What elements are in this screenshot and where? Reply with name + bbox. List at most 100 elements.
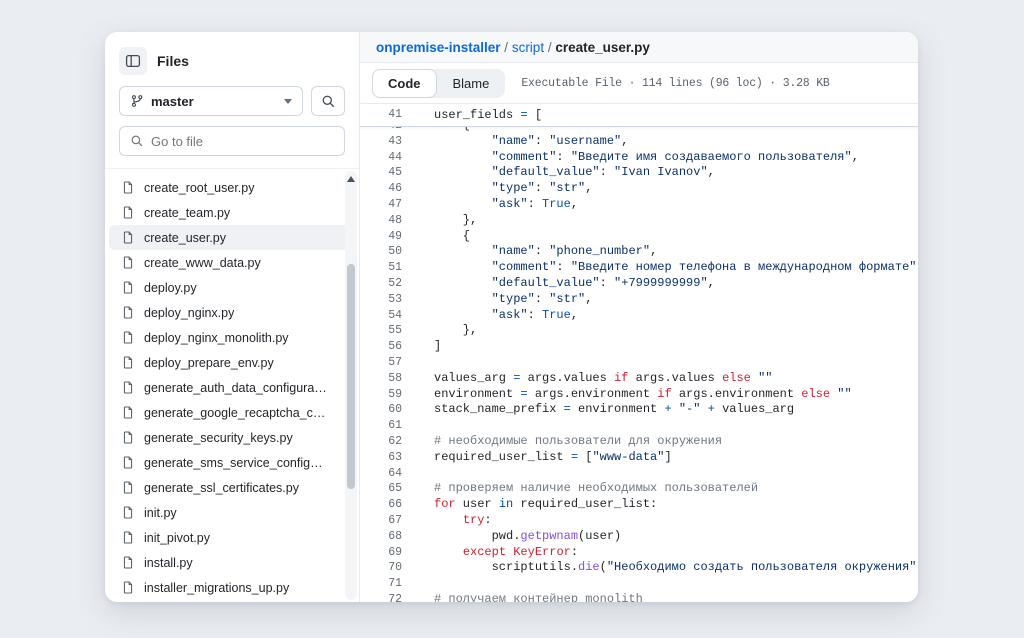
file-item[interactable]: installer_migrations_up.py [109, 575, 353, 600]
file-item[interactable]: generate_security_keys.py [109, 425, 353, 450]
line-number[interactable]: 65 [360, 481, 408, 497]
line-number[interactable]: 67 [360, 513, 408, 529]
file-item[interactable]: init_pivot.py [109, 525, 353, 550]
file-name: deploy_nginx_monolith.py [144, 331, 289, 345]
sidebar-collapse-button[interactable] [119, 47, 147, 75]
code-line: 64 [360, 466, 918, 482]
search-button[interactable] [311, 86, 345, 116]
search-icon [321, 94, 336, 109]
file-toolbar: CodeBlame Executable File · 114 lines (9… [360, 63, 918, 104]
line-number[interactable]: 72 [360, 592, 408, 602]
file-icon [121, 430, 135, 445]
file-name: create_www_data.py [144, 256, 261, 270]
line-number[interactable]: 43 [360, 134, 408, 150]
file-icon [121, 305, 135, 320]
line-number[interactable]: 71 [360, 576, 408, 592]
file-item[interactable]: generate_google_recaptcha_co… [109, 400, 353, 425]
line-number[interactable]: 57 [360, 355, 408, 371]
line-number[interactable]: 51 [360, 260, 408, 276]
line-number[interactable]: 60 [360, 402, 408, 418]
file-item[interactable]: init.py [109, 500, 353, 525]
line-number[interactable]: 54 [360, 308, 408, 324]
file-name: generate_sms_service_configura… [144, 456, 327, 470]
tab-blame[interactable]: Blame [437, 69, 506, 98]
search-icon [130, 134, 144, 148]
line-number[interactable]: 46 [360, 181, 408, 197]
file-item[interactable]: generate_ssl_certificates.py [109, 475, 353, 500]
file-item[interactable]: deploy_prepare_env.py [109, 350, 353, 375]
line-number[interactable]: 45 [360, 165, 408, 181]
code-text: "comment": "Введите номер телефона в меж… [408, 260, 918, 276]
file-icon [121, 255, 135, 270]
line-number[interactable]: 47 [360, 197, 408, 213]
file-item[interactable]: create_user.py [109, 225, 353, 250]
branch-name: master [151, 94, 194, 109]
file-name: deploy_nginx.py [144, 306, 234, 320]
sidebar-scrollbar[interactable] [345, 171, 357, 600]
file-item[interactable]: generate_sms_service_configura… [109, 450, 353, 475]
line-number[interactable]: 48 [360, 213, 408, 229]
line-number[interactable]: 58 [360, 371, 408, 387]
code-line: 45 "default_value": "Ivan Ivanov", [360, 165, 918, 181]
scrollbar-thumb[interactable] [347, 264, 355, 489]
line-number[interactable]: 41 [360, 104, 408, 126]
sidebar-controls: master Go to file [105, 86, 359, 156]
file-item[interactable]: deploy_nginx.py [109, 300, 353, 325]
scrollbar-up-arrow[interactable] [347, 176, 355, 182]
code-text: "type": "str", [408, 181, 592, 197]
code-text: "default_value": "+7999999999", [408, 276, 715, 292]
code-text: "type": "str", [408, 292, 592, 308]
file-icon [121, 555, 135, 570]
line-number[interactable]: 66 [360, 497, 408, 513]
tab-code[interactable]: Code [372, 69, 437, 98]
file-name: create_root_user.py [144, 181, 255, 195]
breadcrumb-separator: / [501, 40, 512, 55]
file-icon [121, 205, 135, 220]
code-lines: 42 {43 "name": "username",44 "comment": … [360, 118, 918, 602]
code-line: 52 "default_value": "+7999999999", [360, 276, 918, 292]
breadcrumb-link[interactable]: script [512, 40, 544, 55]
file-item[interactable]: loader.py [109, 600, 353, 602]
line-number[interactable]: 70 [360, 560, 408, 576]
code-text: ] [408, 339, 441, 355]
file-name: generate_security_keys.py [144, 431, 293, 445]
line-number[interactable]: 62 [360, 434, 408, 450]
line-number[interactable]: 52 [360, 276, 408, 292]
line-number[interactable]: 49 [360, 229, 408, 245]
code-text: "ask": True, [408, 308, 578, 324]
file-icon [121, 455, 135, 470]
line-number[interactable]: 59 [360, 387, 408, 403]
file-icon [121, 280, 135, 295]
breadcrumb: onpremise-installer / script / create_us… [360, 32, 918, 63]
file-item[interactable]: deploy_nginx_monolith.py [109, 325, 353, 350]
file-name: generate_ssl_certificates.py [144, 481, 299, 495]
code-line: 68 pwd.getpwnam(user) [360, 529, 918, 545]
file-item[interactable]: install.py [109, 550, 353, 575]
file-item[interactable]: create_root_user.py [109, 175, 353, 200]
line-number[interactable]: 69 [360, 545, 408, 561]
file-item[interactable]: deploy.py [109, 275, 353, 300]
code-text: for user in required_user_list: [408, 497, 657, 513]
file-item[interactable]: create_www_data.py [109, 250, 353, 275]
file-item[interactable]: create_team.py [109, 200, 353, 225]
repo-file-browser-window: Files master [105, 32, 918, 602]
line-number[interactable]: 53 [360, 292, 408, 308]
line-number[interactable]: 68 [360, 529, 408, 545]
line-number[interactable]: 50 [360, 244, 408, 260]
file-name: deploy_prepare_env.py [144, 356, 274, 370]
file-list: create_root_user.pycreate_team.pycreate_… [105, 169, 359, 602]
code-text: "default_value": "Ivan Ivanov", [408, 165, 715, 181]
branch-selector[interactable]: master [119, 86, 303, 116]
file-name: init_pivot.py [144, 531, 210, 545]
code-line: 66for user in required_user_list: [360, 497, 918, 513]
line-number[interactable]: 61 [360, 418, 408, 434]
line-number[interactable]: 55 [360, 323, 408, 339]
line-number[interactable]: 63 [360, 450, 408, 466]
line-number[interactable]: 56 [360, 339, 408, 355]
go-to-file-input[interactable]: Go to file [119, 126, 345, 156]
line-number[interactable]: 44 [360, 150, 408, 166]
code-text: stack_name_prefix = environment + "-" + … [408, 402, 794, 418]
line-number[interactable]: 64 [360, 466, 408, 482]
file-item[interactable]: generate_auth_data_configurati… [109, 375, 353, 400]
breadcrumb-link[interactable]: onpremise-installer [376, 40, 501, 55]
